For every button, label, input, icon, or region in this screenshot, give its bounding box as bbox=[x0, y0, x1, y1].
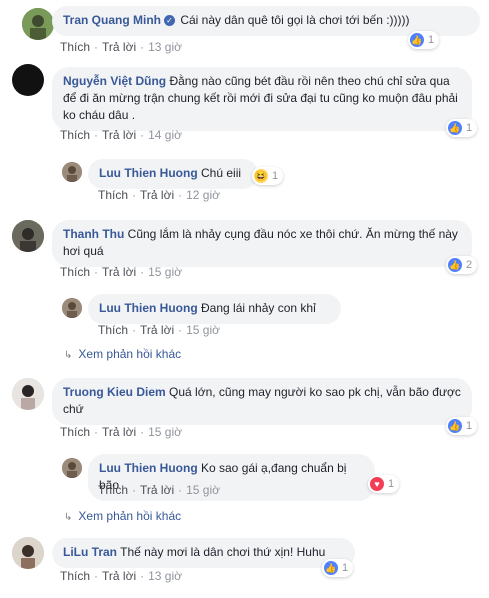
timestamp[interactable]: 13 giờ bbox=[148, 569, 182, 583]
avatar[interactable] bbox=[62, 162, 82, 182]
author-name[interactable]: Luu Thien Huong bbox=[99, 301, 198, 315]
avatar[interactable] bbox=[12, 378, 44, 410]
author-name[interactable]: Nguyễn Việt Dũng bbox=[63, 74, 166, 88]
like-link[interactable]: Thích bbox=[98, 188, 128, 202]
timestamp[interactable]: 15 giờ bbox=[148, 425, 182, 439]
reaction-count[interactable]: 😆 1 bbox=[252, 167, 284, 185]
reply-arrow-icon: ↳ bbox=[64, 512, 73, 523]
avatar-image bbox=[62, 458, 82, 478]
reply-arrow-icon: ↳ bbox=[64, 350, 73, 361]
verified-badge-icon: ✓ bbox=[164, 15, 175, 26]
comment-text: Cái này dân quê tôi gọi là chơi tới bến … bbox=[180, 13, 410, 27]
like-link[interactable]: Thích bbox=[98, 323, 128, 337]
author-name[interactable]: Tran Quang Minh bbox=[63, 13, 161, 27]
like-link[interactable]: Thích bbox=[98, 483, 128, 497]
reply-link[interactable]: Trả lời bbox=[140, 483, 174, 497]
avatar[interactable] bbox=[22, 8, 54, 40]
thumbs-up-icon: 👍 bbox=[448, 419, 462, 433]
like-link[interactable]: Thích bbox=[60, 265, 90, 279]
avatar-image bbox=[62, 298, 82, 318]
like-link[interactable]: Thích bbox=[60, 128, 90, 142]
comment-text: Chú eiii bbox=[201, 166, 242, 180]
author-name[interactable]: Thanh Thu bbox=[63, 227, 124, 241]
timestamp[interactable]: 12 giờ bbox=[186, 188, 220, 202]
thumbs-up-icon: 👍 bbox=[410, 33, 424, 47]
avatar-image bbox=[12, 220, 44, 252]
timestamp[interactable]: 13 giờ bbox=[148, 40, 182, 54]
thumbs-up-icon: 👍 bbox=[448, 121, 462, 135]
comment-actions: Thích · Trả lời · 15 giờ bbox=[60, 265, 182, 279]
reply-link[interactable]: Trả lời bbox=[102, 569, 136, 583]
timestamp[interactable]: 15 giờ bbox=[186, 323, 220, 337]
reply-link[interactable]: Trả lời bbox=[102, 40, 136, 54]
comment-actions: Thích · Trả lời · 14 giờ bbox=[60, 128, 182, 142]
comment-actions: Thích · Trả lời · 13 giờ bbox=[60, 40, 182, 54]
comment-text: Đang lái nhảy con khỉ bbox=[201, 301, 316, 315]
avatar-image bbox=[12, 537, 44, 569]
avatar[interactable] bbox=[62, 458, 82, 478]
comment-text: Thế này mơi là dân chơi thứ xịn! Huhu bbox=[120, 545, 326, 559]
comment-bubble: Truong Kieu Diem Quá lớn, cũng may người… bbox=[52, 378, 472, 425]
view-more-replies-link[interactable]: ↳ Xem phản hồi khác bbox=[64, 347, 181, 361]
avatar[interactable] bbox=[12, 537, 44, 569]
comment-bubble: Thanh Thu Cũng lắm là nhảy cụng đầu nóc … bbox=[52, 220, 472, 267]
avatar[interactable] bbox=[12, 220, 44, 252]
avatar-image bbox=[22, 8, 54, 40]
heart-icon: ♥ bbox=[370, 477, 384, 491]
reaction-count[interactable]: 👍 1 bbox=[322, 559, 354, 577]
avatar-image bbox=[62, 162, 82, 182]
avatar-image bbox=[12, 378, 44, 410]
author-name[interactable]: Luu Thien Huong bbox=[99, 166, 198, 180]
thumbs-up-icon: 👍 bbox=[448, 258, 462, 272]
reply-link[interactable]: Trả lời bbox=[102, 128, 136, 142]
reply-link[interactable]: Trả lời bbox=[102, 265, 136, 279]
comment-actions: Thích · Trả lời · 15 giờ bbox=[98, 483, 220, 497]
avatar[interactable] bbox=[12, 64, 44, 96]
timestamp[interactable]: 15 giờ bbox=[186, 483, 220, 497]
reaction-count[interactable]: 👍 1 bbox=[408, 31, 440, 49]
comment-actions: Thích · Trả lời · 13 giờ bbox=[60, 569, 182, 583]
comment-bubble: Luu Thien Huong Chú eiii bbox=[88, 159, 258, 189]
author-name[interactable]: Truong Kieu Diem bbox=[63, 385, 166, 399]
comment-bubble: Luu Thien Huong Đang lái nhảy con khỉ bbox=[88, 294, 341, 324]
timestamp[interactable]: 15 giờ bbox=[148, 265, 182, 279]
reaction-count[interactable]: 👍 2 bbox=[446, 256, 478, 274]
timestamp[interactable]: 14 giờ bbox=[148, 128, 182, 142]
reply-link[interactable]: Trả lời bbox=[102, 425, 136, 439]
comment-bubble: LiLu Tran Thế này mơi là dân chơi thứ xị… bbox=[52, 538, 355, 568]
author-name[interactable]: LiLu Tran bbox=[63, 545, 117, 559]
comment-actions: Thích · Trả lời · 12 giờ bbox=[98, 188, 220, 202]
reaction-count[interactable]: 👍 1 bbox=[446, 417, 478, 435]
comment-actions: Thích · Trả lời · 15 giờ bbox=[60, 425, 182, 439]
view-more-replies-link[interactable]: ↳ Xem phản hồi khác bbox=[64, 509, 181, 523]
thumbs-up-icon: 👍 bbox=[324, 561, 338, 575]
reaction-count[interactable]: ♥ 1 bbox=[368, 475, 400, 493]
like-link[interactable]: Thích bbox=[60, 425, 90, 439]
comment-bubble: Nguyễn Việt Dũng Đằng nào cũng bét đầu r… bbox=[52, 67, 472, 131]
author-name[interactable]: Luu Thien Huong bbox=[99, 461, 198, 475]
comment-actions: Thích · Trả lời · 15 giờ bbox=[98, 323, 220, 337]
like-link[interactable]: Thích bbox=[60, 569, 90, 583]
avatar[interactable] bbox=[62, 298, 82, 318]
reply-link[interactable]: Trả lời bbox=[140, 188, 174, 202]
haha-icon: 😆 bbox=[254, 169, 268, 183]
reaction-count[interactable]: 👍 1 bbox=[446, 119, 478, 137]
like-link[interactable]: Thích bbox=[60, 40, 90, 54]
reply-link[interactable]: Trả lời bbox=[140, 323, 174, 337]
